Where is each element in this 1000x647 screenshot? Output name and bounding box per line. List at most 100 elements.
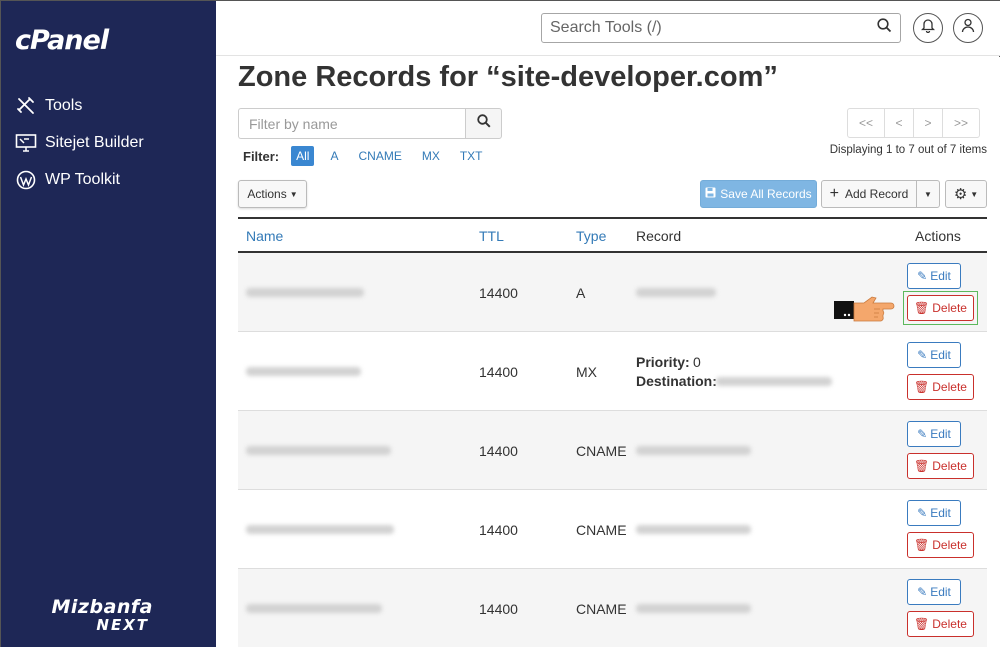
zone-records-table: 14400 A ✎ Edit 🗑 Delete 14400 MX Priorit… [238,253,987,647]
prev-page-button[interactable]: < [884,108,914,138]
filter-a[interactable]: A [330,147,338,165]
sidebar-item-tools[interactable]: Tools [1,87,216,124]
save-all-records-button[interactable]: Save All Records [700,180,817,208]
table-header: Name TTL Type Record Actions [238,217,987,253]
cpanel-logo[interactable]: cPanel [15,25,109,56]
caret-down-icon: ▼ [970,189,979,199]
record-value-redacted [636,604,751,613]
trash-icon: 🗑 [914,617,930,631]
sidebar-item-label: Tools [45,96,83,114]
monitor-icon [15,132,37,154]
column-header-ttl[interactable]: TTL [479,228,504,244]
sidebar: cPanel Tools Sitejet Builder WP Toolkit … [1,1,216,647]
add-record-dropdown[interactable]: ▼ [916,180,940,208]
filter-txt[interactable]: TXT [460,147,483,165]
search-icon[interactable] [877,18,892,38]
record-value-redacted [636,525,751,534]
add-record-button[interactable]: + Add Record [821,180,917,208]
column-header-name[interactable]: Name [246,228,283,244]
search-input[interactable] [550,19,877,37]
caret-down-icon: ▼ [289,189,298,199]
trash-icon: 🗑 [914,301,930,315]
record-value-redacted [636,288,716,297]
filter-by-name [238,108,502,139]
pencil-icon: ✎ [917,348,928,362]
trash-icon: 🗑 [914,538,930,552]
actions-dropdown[interactable]: Actions ▼ [238,180,307,208]
table-row: 14400 CNAME ✎ Edit 🗑 Delete [238,490,987,569]
trash-icon: 🗑 [914,459,930,473]
sidebar-item-label: Sitejet Builder [45,133,144,151]
edit-button[interactable]: ✎ Edit [907,421,961,447]
delete-button[interactable]: 🗑 Delete [907,611,974,637]
record-type: CNAME [576,443,627,459]
filter-search-button[interactable] [465,108,502,139]
filter-mx[interactable]: MX [422,147,440,165]
notifications-button[interactable] [913,13,943,43]
mizbanfa-brand-logo: Mizbanfa NEXT [51,596,153,634]
table-row: 14400 MX Priority: 0 Destination: ✎ Edit … [238,332,987,411]
filter-cname[interactable]: CNAME [358,147,401,165]
user-menu-button[interactable] [953,13,983,43]
gear-icon: ⚙ [953,186,968,203]
filter-input[interactable] [238,108,465,139]
priority-value: 0 [693,354,701,370]
edit-button[interactable]: ✎ Edit [907,500,961,526]
delete-button[interactable]: 🗑 Delete [907,295,974,321]
record-ttl: 14400 [479,601,518,617]
main-content: Zone Records for “site-developer.com” Fi… [216,57,1000,647]
settings-dropdown[interactable]: ⚙ ▼ [945,180,987,208]
record-name-redacted [246,525,394,534]
filter-label: Filter: [243,148,280,164]
edit-button[interactable]: ✎ Edit [907,579,961,605]
search-icon [476,114,491,133]
save-icon [705,187,716,201]
delete-button[interactable]: 🗑 Delete [907,374,974,400]
record-ttl: 14400 [479,364,518,380]
record-name-redacted [246,446,391,455]
column-header-record: Record [636,228,682,244]
column-header-type[interactable]: Type [576,228,606,244]
delete-button[interactable]: 🗑 Delete [907,532,974,558]
pencil-icon: ✎ [917,269,928,283]
wordpress-icon [15,169,37,191]
pointing-hand-icon [832,293,898,326]
column-header-actions: Actions [915,228,961,244]
edit-button[interactable]: ✎ Edit [907,342,961,368]
bell-icon [920,18,936,38]
record-name-redacted [246,367,361,376]
tools-icon [15,95,37,117]
plus-icon: + [829,185,839,202]
record-type-filters: Filter: All A CNAME MX TXT [243,146,503,166]
record-type: CNAME [576,522,627,538]
record-ttl: 14400 [479,285,518,301]
delete-button[interactable]: 🗑 Delete [907,453,974,479]
last-page-button[interactable]: >> [942,108,980,138]
sidebar-item-sitejet[interactable]: Sitejet Builder [1,124,216,161]
pencil-icon: ✎ [917,585,928,599]
pagination: << < > >> [847,108,980,138]
edit-button[interactable]: ✎ Edit [907,263,961,289]
destination-value-redacted [716,377,832,386]
sidebar-nav: Tools Sitejet Builder WP Toolkit [1,87,216,198]
trash-icon: 🗑 [914,380,930,394]
record-name-redacted [246,288,364,297]
table-row: 14400 CNAME ✎ Edit 🗑 Delete [238,569,987,647]
pencil-icon: ✎ [917,506,928,520]
record-name-redacted [246,604,382,613]
first-page-button[interactable]: << [847,108,885,138]
priority-label: Priority: [636,354,690,370]
table-row: 14400 A ✎ Edit 🗑 Delete [238,253,987,332]
sidebar-item-label: WP Toolkit [45,170,120,188]
user-icon [961,18,975,38]
displaying-count: Displaying 1 to 7 out of 7 items [829,144,987,156]
page-title: Zone Records for “site-developer.com” [238,61,778,93]
record-ttl: 14400 [479,522,518,538]
record-type: MX [576,364,597,380]
record-ttl: 14400 [479,443,518,459]
sidebar-item-wp-toolkit[interactable]: WP Toolkit [1,161,216,198]
filter-all[interactable]: All [291,146,315,166]
caret-down-icon: ▼ [924,189,932,199]
search-tools[interactable] [541,13,901,43]
next-page-button[interactable]: > [913,108,943,138]
